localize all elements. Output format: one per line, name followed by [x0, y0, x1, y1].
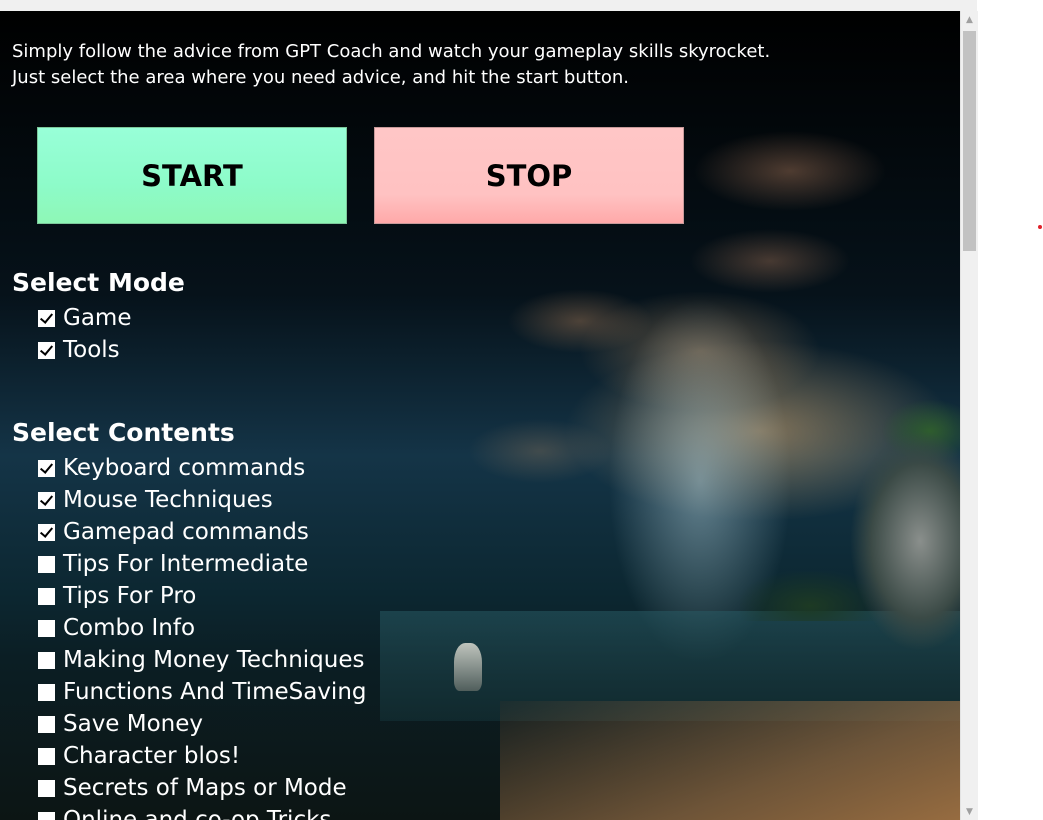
mode-checkbox-label[interactable]: Tools — [63, 337, 120, 363]
content-checkbox-row[interactable]: Save Money — [38, 709, 203, 739]
checkbox-checked-icon[interactable] — [38, 459, 55, 477]
content-checkbox-label[interactable]: Secrets of Maps or Mode — [63, 775, 347, 801]
intro-line-2: Just select the area where you need advi… — [12, 67, 630, 88]
checkbox-unchecked-icon[interactable] — [38, 587, 55, 605]
content-checkbox-label[interactable]: Character blos! — [63, 743, 240, 769]
content-checkbox-row[interactable]: Secrets of Maps or Mode — [38, 773, 347, 803]
checkbox-unchecked-icon[interactable] — [38, 683, 55, 701]
chevron-up-icon[interactable]: ▲ — [961, 11, 978, 28]
content-checkbox-label[interactable]: Keyboard commands — [63, 455, 305, 481]
content-checkbox-row[interactable]: Combo Info — [38, 613, 195, 643]
content-checkbox-row[interactable]: Tips For Intermediate — [38, 549, 308, 579]
content-checkbox-label[interactable]: Making Money Techniques — [63, 647, 365, 673]
content-checkbox-row[interactable]: Mouse Techniques — [38, 485, 273, 515]
checkbox-checked-icon[interactable] — [38, 491, 55, 509]
content-checkbox-row[interactable]: Online and co-op Tricks — [38, 805, 331, 820]
checkbox-unchecked-icon[interactable] — [38, 811, 55, 820]
checkbox-unchecked-icon[interactable] — [38, 715, 55, 733]
checkbox-unchecked-icon[interactable] — [38, 651, 55, 669]
coach-panel: Simply follow the advice from GPT Coach … — [0, 11, 960, 820]
app-viewport: Simply follow the advice from GPT Coach … — [0, 11, 960, 820]
checkbox-checked-icon[interactable] — [38, 309, 55, 327]
content-checkbox-label[interactable]: Functions And TimeSaving — [63, 679, 367, 705]
content-checkbox-label[interactable]: Tips For Pro — [63, 583, 196, 609]
content-checkbox-row[interactable]: Character blos! — [38, 741, 240, 771]
chevron-down-icon[interactable]: ▼ — [961, 803, 978, 820]
mode-checkbox-row[interactable]: Game — [38, 303, 131, 333]
content-checkbox-label[interactable]: Online and co-op Tricks — [63, 807, 331, 820]
intro-text: Simply follow the advice from GPT Coach … — [12, 39, 770, 91]
content-checkbox-row[interactable]: Making Money Techniques — [38, 645, 365, 675]
select-mode-heading: Select Mode — [12, 268, 185, 297]
start-button[interactable]: START — [37, 127, 347, 224]
content-checkbox-row[interactable]: Functions And TimeSaving — [38, 677, 367, 707]
content-checkbox-label[interactable]: Mouse Techniques — [63, 487, 273, 513]
content-checkbox-label[interactable]: Gamepad commands — [63, 519, 309, 545]
content-checkbox-row[interactable]: Gamepad commands — [38, 517, 309, 547]
content-checkbox-row[interactable]: Tips For Pro — [38, 581, 196, 611]
checkbox-unchecked-icon[interactable] — [38, 779, 55, 797]
content-checkbox-label[interactable]: Combo Info — [63, 615, 195, 641]
mode-checkbox-label[interactable]: Game — [63, 305, 131, 331]
select-contents-heading: Select Contents — [12, 418, 235, 447]
marker-dot — [1038, 225, 1042, 229]
checkbox-unchecked-icon[interactable] — [38, 555, 55, 573]
checkbox-unchecked-icon[interactable] — [38, 619, 55, 637]
content-checkbox-label[interactable]: Tips For Intermediate — [63, 551, 308, 577]
checkbox-unchecked-icon[interactable] — [38, 747, 55, 765]
content-checkbox-label[interactable]: Save Money — [63, 711, 203, 737]
checkbox-checked-icon[interactable] — [38, 341, 55, 359]
stop-button[interactable]: STOP — [374, 127, 684, 224]
vertical-scrollbar[interactable]: ▲ ▼ — [960, 11, 978, 820]
content-checkbox-row[interactable]: Keyboard commands — [38, 453, 305, 483]
intro-line-1: Simply follow the advice from GPT Coach … — [12, 41, 771, 62]
scrollbar-thumb[interactable] — [963, 31, 976, 251]
mode-checkbox-row[interactable]: Tools — [38, 335, 120, 365]
checkbox-checked-icon[interactable] — [38, 523, 55, 541]
